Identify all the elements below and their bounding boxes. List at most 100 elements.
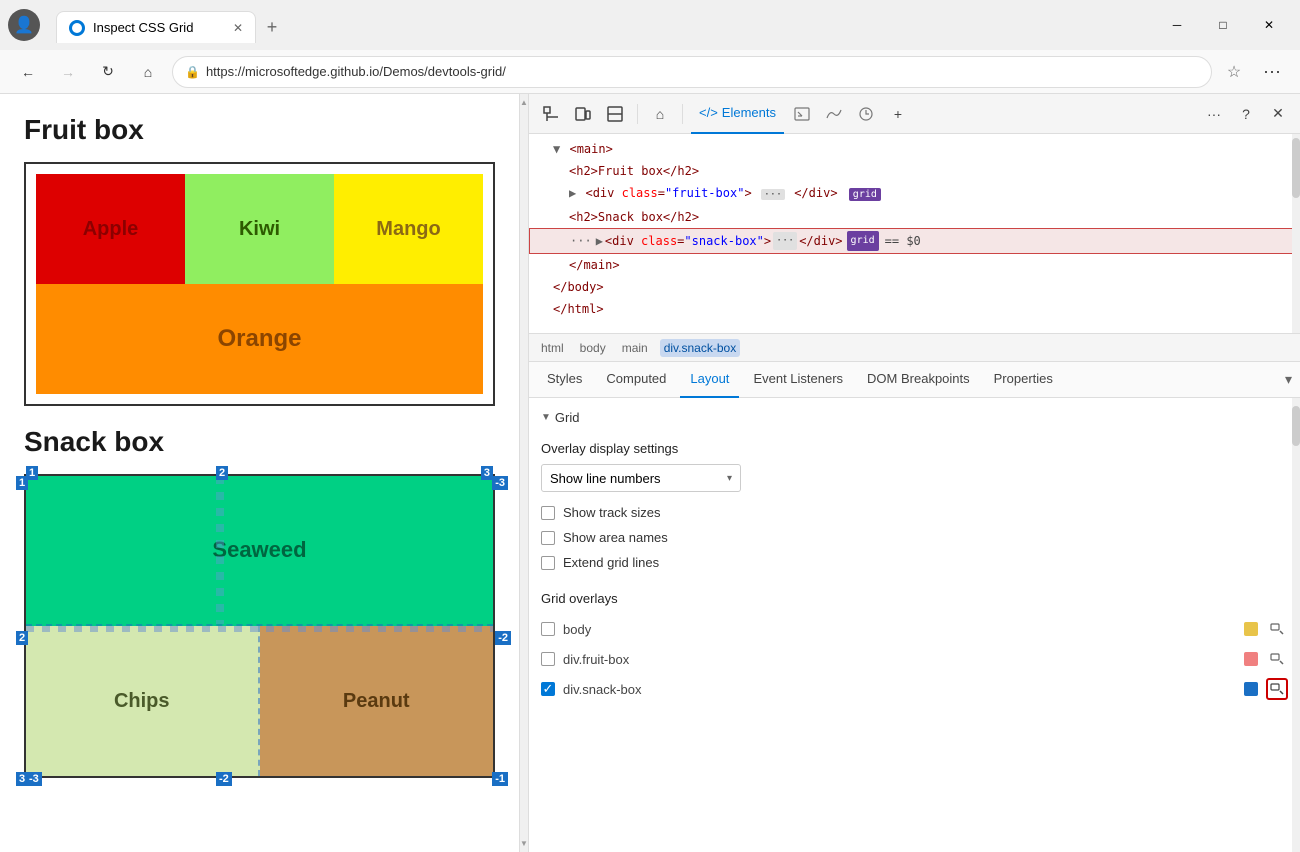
device-toolbar-button[interactable] <box>569 100 597 128</box>
snack-box-wrapper: 1 2 3 1 2 3 -3 -2 -1 -3 -2 Seaweed Chips… <box>24 474 495 778</box>
snack-box-overlay-row: ✓ div.snack-box <box>541 674 1288 704</box>
expand-snack-icon[interactable]: ▶ <box>596 232 603 250</box>
body-overlay-icon-btn[interactable] <box>1266 618 1288 640</box>
minimize-button[interactable]: ─ <box>1154 9 1200 41</box>
window-controls: ─ □ ✕ <box>1154 9 1292 41</box>
panel-scrollbar-thumb[interactable] <box>1292 406 1300 446</box>
dock-button[interactable] <box>601 100 629 128</box>
elements-tab[interactable]: </> Elements <box>691 94 784 134</box>
body-overlay-checkbox[interactable] <box>541 622 555 636</box>
close-button[interactable]: ✕ <box>1246 9 1292 41</box>
tab-close-button[interactable]: ✕ <box>233 21 243 35</box>
section-collapse-arrow[interactable]: ▼ <box>541 412 551 423</box>
favorites-button[interactable]: ☆ <box>1220 58 1248 86</box>
computed-tab[interactable]: Computed <box>596 362 676 398</box>
snack-box-overlay-icon-btn[interactable] <box>1266 678 1288 700</box>
back-button[interactable]: ← <box>12 56 44 88</box>
tab-bar: Inspect CSS Grid ✕ + <box>48 7 1146 43</box>
fruit-grid: Apple Kiwi Mango Orange <box>36 174 483 394</box>
html-tree-scrollbar[interactable] <box>1292 134 1300 333</box>
overlay-dropdown-row: Show line numbers ▾ <box>541 464 1288 492</box>
grid-num-right-neg1: -1 <box>492 772 508 786</box>
more-options-button[interactable]: ··· <box>1256 56 1288 88</box>
show-track-sizes-checkbox[interactable] <box>541 506 555 520</box>
body-overlay-row: body <box>541 614 1288 644</box>
fruit-box-container: Apple Kiwi Mango Orange <box>24 162 495 406</box>
styles-tab[interactable]: Styles <box>537 362 592 398</box>
performance-icon[interactable] <box>852 100 880 128</box>
html-tree-scrollbar-thumb[interactable] <box>1292 138 1300 198</box>
refresh-button[interactable]: ↻ <box>92 56 124 88</box>
scroll-up-btn[interactable]: ▲ <box>520 98 528 107</box>
html-html-close-line[interactable]: </html> <box>529 298 1300 320</box>
expand-fruit-icon[interactable]: ▶ <box>569 186 576 200</box>
user-icon[interactable]: 👤 <box>8 9 40 41</box>
more-options-devtools[interactable]: ··· <box>1200 100 1228 128</box>
help-button[interactable]: ? <box>1232 100 1260 128</box>
elements-tag-icon: </> <box>699 105 718 120</box>
properties-tab[interactable]: Properties <box>984 362 1063 398</box>
inspect-element-button[interactable] <box>537 100 565 128</box>
breadcrumb-html[interactable]: html <box>537 339 568 357</box>
expand-icon[interactable]: ▼ <box>553 142 560 156</box>
grid-overlays-title: Grid overlays <box>541 591 1288 606</box>
grid-section-header[interactable]: ▼ Grid <box>541 406 1288 429</box>
body-color-swatch[interactable] <box>1244 622 1258 636</box>
extend-grid-lines-checkbox[interactable] <box>541 556 555 570</box>
html-div-fruit-line[interactable]: ▶ <div class="fruit-box"> ··· </div> gri… <box>529 182 1300 206</box>
more-tools-button[interactable]: + <box>884 100 912 128</box>
chips-cell: Chips <box>26 626 260 776</box>
close-devtools-button[interactable]: ✕ <box>1264 100 1292 128</box>
html-h2-fruit-line[interactable]: <h2>Fruit box</h2> <box>529 160 1300 182</box>
show-track-sizes-label: Show track sizes <box>563 505 661 520</box>
style-tab-row: Styles Computed Layout Event Listeners D… <box>529 362 1300 398</box>
overlay-dropdown[interactable]: Show line numbers ▾ <box>541 464 741 492</box>
network-tab-icon[interactable] <box>820 100 848 128</box>
fruit-box-overlay-checkbox[interactable] <box>541 652 555 666</box>
snack-box-overlay-checkbox[interactable]: ✓ <box>541 682 555 696</box>
elements-tab-label: Elements <box>722 105 776 120</box>
html-body-close-line[interactable]: </body> <box>529 276 1300 298</box>
snack-box-overlay-label: div.snack-box <box>563 682 1236 697</box>
breadcrumb-snack-box[interactable]: div.snack-box <box>660 339 740 357</box>
new-tab-button[interactable]: + <box>256 11 288 43</box>
devtools-toolbar: ⌂ </> Elements + ··· ? ✕ <box>529 94 1300 134</box>
layout-tab[interactable]: Layout <box>680 362 739 398</box>
active-tab[interactable]: Inspect CSS Grid ✕ <box>56 11 256 43</box>
event-listeners-tab[interactable]: Event Listeners <box>743 362 853 398</box>
kiwi-cell: Kiwi <box>185 174 334 284</box>
html-main-close-line[interactable]: </main> <box>529 254 1300 276</box>
panel-scrollbar[interactable] <box>1292 398 1300 852</box>
show-area-names-checkbox[interactable] <box>541 531 555 545</box>
snack-box-color-swatch[interactable] <box>1244 682 1258 696</box>
scroll-down-btn[interactable]: ▼ <box>520 839 528 848</box>
overflow-tab-button[interactable]: ▾ <box>1285 371 1292 388</box>
dom-breakpoints-tab[interactable]: DOM Breakpoints <box>857 362 980 398</box>
address-bar[interactable]: 🔒 https://microsoftedge.github.io/Demos/… <box>172 56 1212 88</box>
console-tab-icon[interactable] <box>788 100 816 128</box>
snack-box-title: Snack box <box>24 426 495 458</box>
fruit-box-color-swatch[interactable] <box>1244 652 1258 666</box>
grid-num-right-neg2: -2 <box>495 631 511 645</box>
html-h2-snack-line[interactable]: <h2>Snack box</h2> <box>529 206 1300 228</box>
fruit-box-overlay-icon-btn[interactable] <box>1266 648 1288 670</box>
home-devtools-button[interactable]: ⌂ <box>646 100 674 128</box>
breadcrumb-main[interactable]: main <box>618 339 652 357</box>
grid-section-title: Grid <box>555 410 580 425</box>
address-url: https://microsoftedge.github.io/Demos/de… <box>206 64 1199 79</box>
webpage-panel: Fruit box Apple Kiwi Mango Orange Snack … <box>0 94 520 852</box>
breadcrumb-body[interactable]: body <box>576 339 610 357</box>
dropdown-arrow-icon: ▾ <box>727 473 732 484</box>
html-main-line[interactable]: ▼ <main> <box>529 138 1300 160</box>
body-overlay-label: body <box>563 622 1236 637</box>
three-dots-icon[interactable]: ··· <box>570 232 592 250</box>
home-button[interactable]: ⌂ <box>132 56 164 88</box>
forward-button[interactable]: → <box>52 56 84 88</box>
grid-num-top-3: 3 <box>481 466 493 480</box>
html-div-snack-line[interactable]: ··· ▶ <div class="snack-box"> ··· </div>… <box>529 228 1300 254</box>
fruit-box-overlay-label: div.fruit-box <box>563 652 1236 667</box>
apple-cell: Apple <box>36 174 185 284</box>
grid-badge-snack: grid <box>847 231 879 251</box>
maximize-button[interactable]: □ <box>1200 9 1246 41</box>
fruit-box-title: Fruit box <box>24 114 495 146</box>
